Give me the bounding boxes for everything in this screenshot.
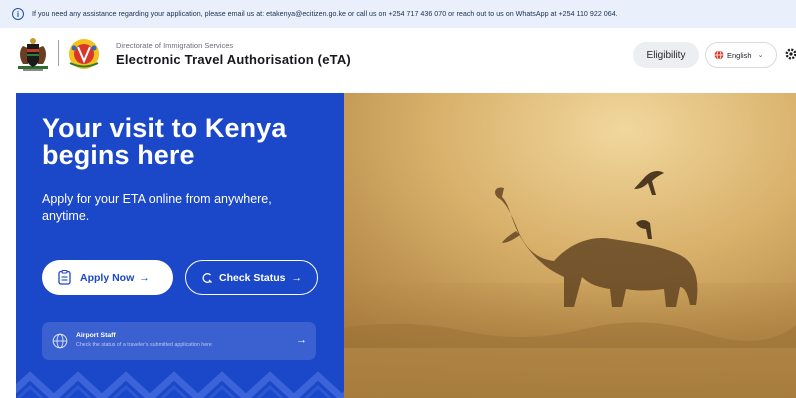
language-selector[interactable]: English ⌄ [705, 42, 777, 68]
assistance-notice-text: If you need any assistance regarding you… [32, 10, 618, 18]
hero-headline: Your visit to Kenya begins here [42, 113, 287, 170]
info-icon: i [12, 8, 24, 20]
assistance-notice-bar: i If you need any assistance regarding y… [0, 0, 796, 28]
elephant-savanna-image [344, 93, 796, 398]
globe-icon [52, 333, 68, 349]
kenya-coat-of-arms-logo[interactable] [14, 36, 52, 72]
hero-photo [344, 93, 796, 398]
chevron-down-icon: ⌄ [757, 52, 764, 59]
document-icon [58, 270, 71, 285]
hero-panel: Your visit to Kenya begins here Apply fo… [16, 93, 344, 398]
hero-banner: Your visit to Kenya begins here Apply fo… [16, 93, 796, 398]
check-status-label: Check Status [219, 271, 286, 284]
airport-staff-title: Airport Staff [76, 332, 116, 339]
page-title: Electronic Travel Authorisation (eTA) [116, 52, 351, 67]
arrow-right-icon: → [291, 271, 303, 284]
apply-now-button[interactable]: Apply Now → [42, 260, 173, 295]
airport-staff-card[interactable]: Airport Staff Check the status of a trav… [42, 322, 316, 360]
globe-icon [714, 50, 724, 60]
header-subtitle: Directorate of Immigration Services [116, 41, 234, 50]
header-divider [58, 40, 59, 66]
arrow-right-icon: → [139, 271, 150, 284]
arrow-right-icon: → [296, 334, 307, 346]
immigration-department-logo [69, 39, 99, 69]
airport-staff-subtitle: Check the status of a traveler's submitt… [76, 342, 212, 348]
site-header: Directorate of Immigration Services Elec… [0, 28, 796, 86]
decorative-pattern [16, 371, 344, 398]
gear-icon[interactable] [784, 47, 796, 61]
search-icon [202, 272, 212, 283]
check-status-button[interactable]: Check Status → [185, 260, 318, 295]
apply-now-label: Apply Now [80, 271, 135, 284]
hero-subline: Apply for your ETA online from anywhere,… [42, 192, 272, 223]
language-label: English [727, 50, 752, 60]
eligibility-button[interactable]: Eligibility [633, 42, 699, 68]
